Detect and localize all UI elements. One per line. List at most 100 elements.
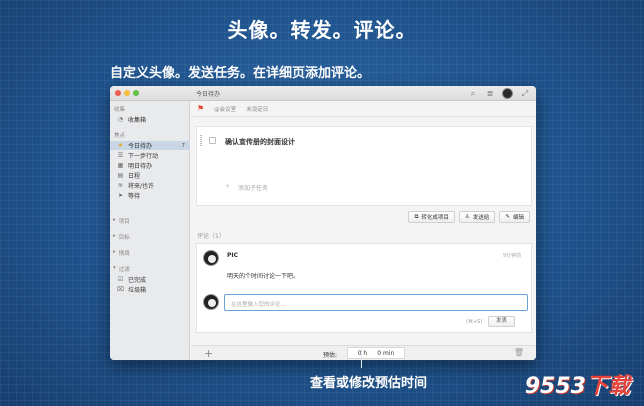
minimize-button[interactable] (124, 90, 130, 96)
person-icon: ♙ (464, 214, 470, 220)
callout-line (361, 346, 362, 368)
sidebar-item-label: 等待 (128, 193, 141, 200)
estimate-time-field[interactable]: 0 h 0 min (347, 347, 405, 359)
trash-icon: ⌧ (117, 286, 124, 293)
deadline-tag[interactable]: 未设定日 (246, 105, 268, 113)
sidebar-section-label: 情境 (118, 251, 130, 257)
button-label: 发送给 (472, 215, 490, 221)
sidebar-item-label: 将来/也许 (128, 183, 155, 190)
sidebar-item-today[interactable]: ★ 今日待办 7 (110, 141, 190, 150)
sidebar: 收集 ◔ 收集箱 焦点 ★ 今日待办 7 ☰ 下一步行动 ▦ 明日待办 ▤ 日程… (110, 101, 190, 360)
button-label: 转化成项目 (421, 215, 449, 221)
promo-headline: 头像。转发。评论。 (227, 18, 417, 42)
search-icon[interactable]: ⌕ (468, 89, 478, 99)
comment-time: 9分钟前 (502, 253, 521, 259)
sidebar-item-label: 已完成 (128, 277, 147, 284)
chevron-right-icon: ▸ (113, 249, 116, 255)
pencil-icon: ✎ (505, 214, 510, 220)
sidebar-item-trash[interactable]: ⌧ 垃圾箱 (110, 285, 190, 294)
sidebar-item-label: 日程 (128, 173, 141, 180)
forward-button[interactable]: ♙ 发送给 (458, 211, 496, 223)
watermark-logo: 9553下载 (525, 368, 630, 400)
avatar (203, 294, 219, 310)
shortcut-hint: (⌘+S) (466, 319, 483, 325)
sidebar-group-inbox: 收集 (114, 107, 126, 113)
comment-input[interactable]: 在这里输入您的评论... (224, 294, 528, 311)
post-comment-button[interactable]: 发表 (488, 316, 515, 327)
plus-icon: + (225, 183, 231, 190)
comments-box: PIC 9分钟前 明天的个时间讨论一下吧。 在这里输入您的评论... (⌘+S)… (196, 243, 532, 333)
copy-icon: ⧉ (414, 213, 419, 220)
task-actions: ⧉ 转化成项目 ♙ 发送给 ✎ 编辑 (408, 211, 530, 223)
sidebar-section-label: 项目 (118, 219, 130, 225)
sidebar-section-label: 过滤 (118, 267, 130, 273)
flag-icon[interactable]: ⚑ (197, 104, 204, 113)
window-title: 今日待办 (196, 91, 221, 98)
inbox-icon: ◔ (117, 116, 124, 123)
send-icon: ➤ (117, 192, 124, 199)
estimate-minutes[interactable]: 0 min (377, 350, 394, 357)
sidebar-section-projects[interactable]: ▸ 项目 (113, 217, 130, 225)
sidebar-item-tomorrow[interactable]: ▦ 明日待办 (110, 161, 190, 170)
avatar (203, 250, 219, 266)
task-card: 确认宣传册的封面设计 + 添加子任务 (196, 126, 532, 206)
sidebar-item-label: 今日待办 (128, 143, 153, 150)
sidebar-item-completed[interactable]: ☑ 已完成 (110, 275, 190, 284)
window-controls (115, 90, 139, 96)
sidebar-item-label: 收集箱 (128, 117, 147, 124)
wifi-icon: ≋ (117, 182, 124, 189)
sidebar-group-focus: 焦点 (114, 133, 126, 139)
sidebar-item-label: 垃圾箱 (128, 287, 147, 294)
sidebar-section-contexts[interactable]: ▸ 情境 (113, 249, 130, 257)
zoom-button[interactable] (133, 90, 139, 96)
chevron-right-icon: ▸ (113, 233, 116, 239)
calendar-icon: ▦ (117, 162, 124, 169)
task-title[interactable]: 确认宣传册的封面设计 (225, 137, 295, 147)
drag-handle-icon[interactable] (200, 135, 202, 146)
add-subtask-row[interactable]: + 添加子任务 (225, 183, 268, 192)
star-icon: ★ (117, 142, 124, 149)
sidebar-item-someday[interactable]: ≋ 将来/也许 (110, 181, 190, 190)
task-checkbox[interactable] (209, 137, 216, 144)
toolbar-icons: ⌕ ≣ ⤢ (468, 88, 530, 99)
list-icon: ☰ (117, 152, 124, 159)
sidebar-item-waiting[interactable]: ➤ 等待 (110, 191, 190, 200)
sidebar-item-label: 明日待办 (128, 163, 153, 170)
sidebar-section-label: 目标 (118, 235, 130, 241)
add-icon[interactable]: + (204, 347, 213, 360)
app-window: 今日待办 ⌕ ≣ ⤢ 收集 ◔ 收集箱 焦点 ★ 今日待办 7 ☰ 下一步行动 … (110, 86, 536, 360)
watermark-text: 下载 (585, 374, 630, 399)
task-meta-bar: ⚑ @会议室 未设定日 (191, 101, 536, 117)
chevron-right-icon: ▸ (113, 217, 116, 223)
watermark-number: 9553 (524, 374, 586, 399)
sidebar-item-schedule[interactable]: ▤ 日程 (110, 171, 190, 180)
titlebar: 今日待办 ⌕ ≣ ⤢ (110, 86, 536, 101)
convert-to-project-button[interactable]: ⧉ 转化成项目 (408, 211, 455, 223)
comment-author: PIC (227, 252, 239, 259)
promo-caption: 查看或修改预估时间 (310, 376, 428, 391)
estimate-label: 预估: (323, 352, 338, 359)
promo-subline: 自定义头像。发送任务。在详细页添加评论。 (110, 66, 371, 81)
sidebar-section-filter[interactable]: ▾ 过滤 (113, 265, 130, 273)
context-tag[interactable]: @会议室 (214, 105, 236, 113)
estimate-hours[interactable]: 0 h (358, 350, 368, 357)
close-button[interactable] (115, 90, 121, 96)
sidebar-section-goals[interactable]: ▸ 目标 (113, 233, 130, 241)
edit-button[interactable]: ✎ 编辑 (499, 211, 530, 223)
bottom-bar: + 预估: 0 h 0 min 🗑 (191, 345, 536, 360)
sidebar-item-inbox[interactable]: ◔ 收集箱 (110, 115, 190, 124)
list-icon[interactable]: ≣ (485, 89, 495, 98)
add-subtask-label: 添加子任务 (238, 185, 269, 192)
comment-text: 明天的个时间讨论一下吧。 (227, 273, 300, 280)
trash-icon[interactable]: 🗑 (514, 348, 524, 357)
sidebar-item-next[interactable]: ☰ 下一步行动 (110, 151, 190, 160)
comments-header: 评论（1） (197, 233, 225, 240)
sidebar-item-label: 下一步行动 (128, 153, 159, 160)
checkbox-icon: ☑ (117, 276, 124, 283)
detail-pane: ⚑ @会议室 未设定日 确认宣传册的封面设计 + 添加子任务 ⧉ 转化成项目 ♙… (191, 101, 536, 360)
count-badge: 7 (181, 142, 186, 149)
calendar-icon: ▤ (117, 172, 124, 179)
fullscreen-icon[interactable]: ⤢ (520, 89, 530, 99)
avatar[interactable] (502, 88, 513, 99)
button-label: 编辑 (512, 215, 524, 221)
